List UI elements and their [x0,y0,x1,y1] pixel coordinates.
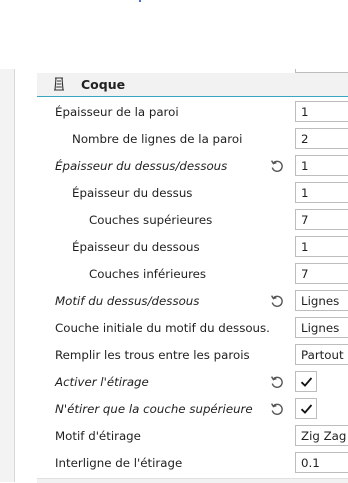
setting-label: Couche initiale du motif du dessous. [55,321,270,335]
setting-label: Épaisseur du dessous [72,240,200,254]
next-section-header[interactable] [37,478,348,483]
setting-value: Lignes [301,294,340,308]
setting-input[interactable]: 1 [295,182,348,203]
setting-label: Activer l'étirage [55,375,149,389]
reset-icon[interactable] [269,158,285,174]
shell-icon [52,77,66,91]
setting-input[interactable]: 7 [295,263,348,284]
setting-label: Épaisseur du dessus [72,186,193,200]
setting-checkbox[interactable] [295,398,317,419]
setting-label: Motif du dessus/dessous [55,294,200,308]
setting-label: Couches supérieures [89,213,213,227]
setting-value: 1 [301,105,309,119]
setting-value: 0.1 [301,456,320,470]
setting-value: 7 [301,213,309,227]
setting-row-nombre-de-lignes-de-la-paroi[interactable]: Nombre de lignes de la paroi 2 [37,126,348,153]
setting-label: Remplir les trous entre les parois [55,348,250,362]
setting-dropdown[interactable]: Zig Zag [295,425,348,446]
setting-label: Motif d'étirage [55,429,141,443]
setting-row-motif-d-etirage[interactable]: Motif d'étirage Zig Zag [37,423,348,450]
setting-row-couche-initiale-du-motif-du-dessous[interactable]: Couche initiale du motif du dessous. Lign… [37,315,348,342]
setting-input[interactable]: 2 [295,128,348,149]
setting-dropdown[interactable]: Lignes [295,317,348,338]
setting-checkbox[interactable] [295,371,317,392]
settings-panel: Coque Épaisseur de la paroi 1 Nombre de li… [37,69,348,483]
setting-row-couches-inferieures[interactable]: Couches inférieures 7 [37,261,348,288]
setting-label: Nombre de lignes de la paroi [72,132,243,146]
setting-row-motif-du-dessus-dessous[interactable]: Motif du dessus/dessous Lignes [37,288,348,315]
check-icon [300,404,313,414]
setting-dropdown[interactable]: Partout [295,344,348,365]
setting-input[interactable]: 1 [295,101,348,122]
check-icon [300,377,313,387]
setting-dropdown[interactable]: Lignes [295,290,348,311]
setting-row-epaisseur-de-la-paroi[interactable]: Épaisseur de la paroi 1 [37,99,348,126]
setting-value: Zig Zag [301,429,347,443]
setting-input[interactable]: 7 [295,209,348,230]
setting-label: Couches inférieures [89,267,207,281]
reset-icon[interactable] [269,293,285,309]
setting-row-epaisseur-du-dessus-dessous[interactable]: Épaisseur du dessus/dessous 1 [37,153,348,180]
setting-row-activer-l-etirage[interactable]: Activer l'étirage [37,369,348,396]
setting-input[interactable]: 1 [295,155,348,176]
setting-row-interligne-de-l-etirage[interactable]: Interligne de l'étirage 0.1 [37,450,348,477]
setting-row-epaisseur-du-dessous[interactable]: Épaisseur du dessous 1 [37,234,348,261]
setting-label: N'étirer que la couche supérieure [55,402,253,416]
setting-value: Partout [301,348,344,362]
setting-value: 1 [301,186,309,200]
setting-value: 7 [301,267,309,281]
setting-label: Épaisseur du dessus/dessous [55,159,228,173]
section-title: Coque [81,77,126,92]
setting-row-n-etirer-que-la-couche-superieure[interactable]: N'étirer que la couche supérieure [37,396,348,423]
section-header-coque[interactable]: Coque [37,73,348,97]
setting-row-couches-superieures[interactable]: Couches supérieures 7 [37,207,348,234]
setting-label: Épaisseur de la paroi [55,105,179,119]
setting-value: Lignes [301,321,340,335]
setting-row-epaisseur-du-dessus[interactable]: Épaisseur du dessus 1 [37,180,348,207]
reset-icon[interactable] [269,374,285,390]
setting-label: Interligne de l'étirage [55,456,183,470]
setting-value: 2 [301,132,309,146]
left-gutter [0,69,15,482]
setting-row-remplir-les-trous-entre-les-parois[interactable]: Remplir les trous entre les parois Partou… [37,342,348,369]
setting-input[interactable]: 0.1 [295,452,348,473]
setting-value: 1 [301,240,309,254]
top-dot-marker [139,0,141,2]
setting-input[interactable]: 1 [295,236,348,257]
setting-value: 1 [301,159,309,173]
reset-icon[interactable] [269,401,285,417]
